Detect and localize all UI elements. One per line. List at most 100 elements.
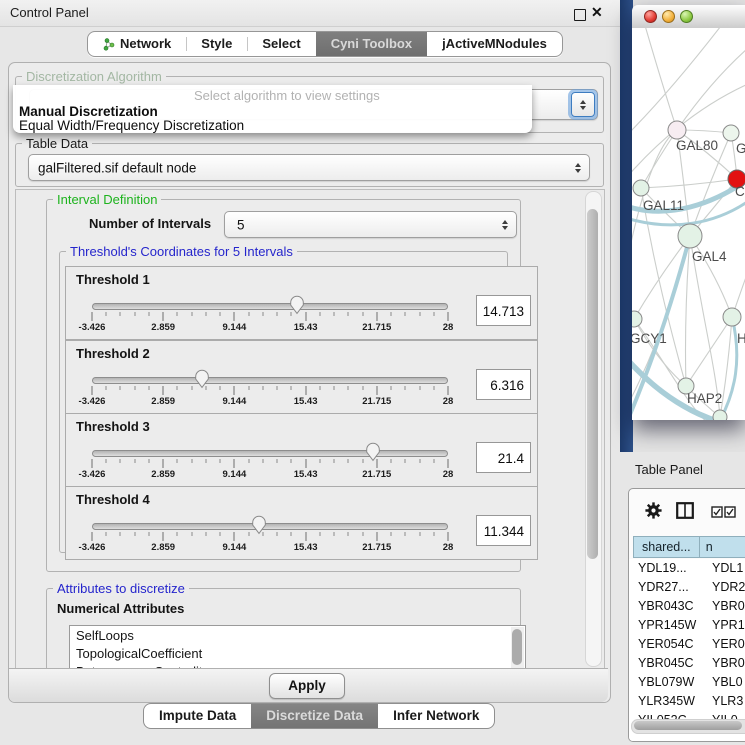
slider-ticks [92, 386, 448, 395]
combobox-arrow-button[interactable] [571, 92, 595, 117]
network-node-label: GAL11 [643, 198, 684, 213]
slider-tick-labels: -3.4262.8599.14415.4321.71528 [92, 542, 448, 554]
table-cell[interactable]: YBR0 [699, 654, 745, 673]
network-node-label: H [737, 331, 745, 346]
table-body[interactable]: YDL19...YDL1YDR27...YDR2YBR043CYBR0YPR14… [629, 559, 745, 741]
network-node[interactable] [678, 224, 702, 248]
tab-impute-data[interactable]: Impute Data [144, 704, 251, 728]
dropdown-placeholder: Select algorithm to view settings [194, 88, 380, 103]
settings-scroll-area: Interval Definition Number of Intervals … [15, 189, 605, 669]
minimize-button[interactable] [662, 10, 675, 23]
table-cell[interactable]: YER0 [699, 635, 745, 654]
table-cell[interactable]: YPR145W [629, 616, 699, 635]
network-canvas[interactable]: GAL80GACGAL11GAL4GCY1HHAP2 [632, 28, 745, 420]
table-row[interactable]: YPR145WYPR1 [629, 616, 745, 635]
table-cell[interactable]: YLR345W [629, 692, 699, 711]
column-header-name[interactable]: n [700, 536, 745, 558]
network-node[interactable] [723, 308, 741, 326]
scrollbar-thumb[interactable] [587, 209, 598, 559]
network-node[interactable] [632, 311, 642, 327]
table-row[interactable]: YDL19...YDL1 [629, 559, 745, 578]
threshold-4-panel: Threshold 4 -3.4262.8599.14415.4321.7152… [65, 486, 538, 560]
tab-infer-network[interactable]: Infer Network [378, 704, 494, 728]
slider-thumb[interactable] [290, 295, 305, 315]
slider-track[interactable] [92, 450, 448, 457]
list-scrollbar[interactable] [511, 627, 524, 669]
threshold-2-slider[interactable]: -3.4262.8599.14415.4321.71528 [92, 369, 448, 411]
tab-select[interactable]: Select [247, 32, 315, 56]
slider-thumb[interactable] [195, 369, 210, 389]
scrollbar-thumb[interactable] [512, 629, 522, 665]
columns-icon[interactable] [676, 502, 694, 524]
tab-jactivemnodules[interactable]: jActiveMNodules [427, 32, 562, 56]
threshold-4-value[interactable]: 11.344 [476, 515, 531, 546]
slider-thumb[interactable] [252, 515, 267, 535]
network-node[interactable] [723, 125, 739, 141]
numerical-attributes-list[interactable]: SelfLoops TopologicalCoefficient Between… [69, 625, 526, 669]
table-row[interactable]: YLR345WYLR3 [629, 692, 745, 711]
table-cell[interactable]: YDR2 [699, 578, 745, 597]
algorithm-dropdown-popup: Select algorithm to view settings Manual… [13, 85, 532, 133]
threshold-2-value[interactable]: 6.316 [476, 369, 531, 400]
table-cell[interactable]: YBR0 [699, 597, 745, 616]
checkbox-icon[interactable] [724, 505, 736, 523]
table-header: shared... n [629, 536, 745, 558]
threshold-1-value[interactable]: 14.713 [476, 295, 531, 326]
threshold-3-slider[interactable]: -3.4262.8599.14415.4321.71528 [92, 442, 448, 484]
settings-vertical-scrollbar[interactable] [585, 191, 602, 667]
number-of-intervals-combobox[interactable]: 5 [224, 211, 517, 238]
table-panel: Table Panel [620, 452, 745, 745]
table-row[interactable]: YBR043CYBR0 [629, 597, 745, 616]
table-cell[interactable]: YPR1 [699, 616, 745, 635]
threshold-1-slider[interactable]: -3.4262.8599.14415.4321.71528 [92, 295, 448, 337]
table-cell[interactable]: YLR3 [699, 692, 743, 711]
slider-track[interactable] [92, 303, 448, 310]
list-item[interactable]: SelfLoops [70, 626, 525, 644]
tab-label: Style [201, 32, 232, 56]
slider-thumb[interactable] [366, 442, 381, 462]
zoom-button[interactable] [680, 10, 693, 23]
apply-button[interactable]: Apply [269, 673, 345, 699]
slider-ticks [92, 459, 448, 468]
dropdown-item-equal-width[interactable]: Equal Width/Frequency Discretization [19, 118, 244, 133]
table-cell[interactable]: YDR27... [629, 578, 699, 597]
network-node[interactable] [633, 180, 649, 196]
table-horizontal-scrollbar[interactable] [631, 719, 745, 734]
table-row[interactable]: YBL079WYBL0 [629, 673, 745, 692]
dropdown-item-manual-discretization[interactable]: Manual Discretization [19, 104, 158, 119]
threshold-4-slider[interactable]: -3.4262.8599.14415.4321.71528 [92, 515, 448, 557]
slider-track[interactable] [92, 523, 448, 530]
table-row[interactable]: YBR045CYBR0 [629, 654, 745, 673]
table-cell[interactable]: YBL079W [629, 673, 699, 692]
table-cell[interactable]: YDL1 [699, 559, 743, 578]
checkbox-icon[interactable] [711, 505, 723, 523]
table-cell[interactable]: YBR045C [629, 654, 699, 673]
float-window-icon[interactable] [574, 9, 586, 21]
gear-icon[interactable] [644, 501, 663, 525]
close-button[interactable] [644, 10, 657, 23]
table-cell[interactable]: YBL0 [699, 673, 743, 692]
network-node[interactable] [668, 121, 686, 139]
network-window-titlebar[interactable] [632, 5, 745, 29]
list-item[interactable]: TopologicalCoefficient [70, 644, 525, 662]
tab-network[interactable]: Network [88, 32, 186, 56]
tab-style[interactable]: Style [186, 32, 247, 56]
network-node[interactable] [713, 410, 727, 420]
slider-ticks [92, 532, 448, 541]
network-node-label: GAL80 [676, 138, 718, 153]
table-row[interactable]: YER054CYER0 [629, 635, 745, 654]
thresholds-group: Threshold's Coordinates for 5 Intervals … [59, 251, 508, 553]
slider-track[interactable] [92, 377, 448, 384]
scrollbar-thumb[interactable] [634, 721, 742, 730]
tab-cyni-toolbox[interactable]: Cyni Toolbox [316, 32, 427, 56]
table-data-combobox[interactable]: galFiltered.sif default node [28, 154, 590, 181]
table-cell[interactable]: YER054C [629, 635, 699, 654]
table-cell[interactable]: YDL19... [629, 559, 699, 578]
table-cell[interactable]: YBR043C [629, 597, 699, 616]
close-icon[interactable]: ✕ [591, 4, 603, 21]
tab-discretize-data[interactable]: Discretize Data [251, 704, 378, 728]
column-header-shared-name[interactable]: shared... [633, 536, 700, 558]
table-row[interactable]: YDR27...YDR2 [629, 578, 745, 597]
threshold-3-value[interactable]: 21.4 [476, 442, 531, 473]
control-panel-titlebar: Control Panel ✕ [0, 0, 620, 27]
